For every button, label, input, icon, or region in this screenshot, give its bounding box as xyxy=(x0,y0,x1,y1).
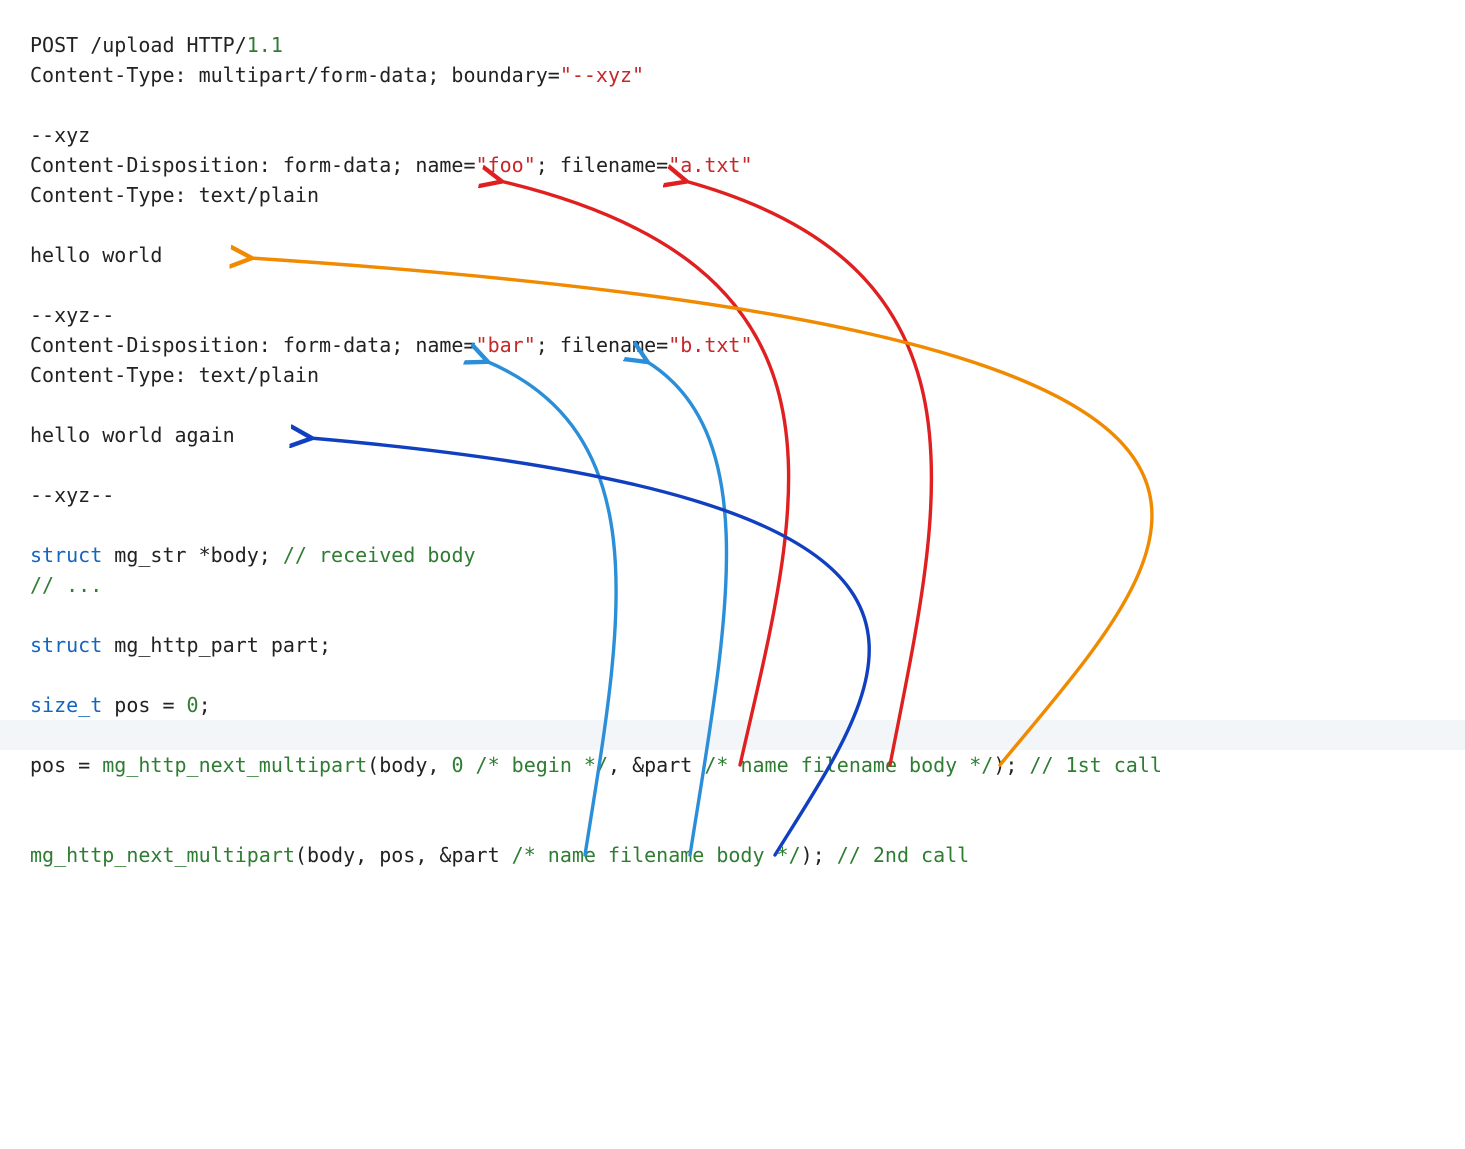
code-line-6 xyxy=(30,210,1435,240)
code-line-3: --xyz xyxy=(30,120,1435,150)
code-line-11: Content-Type: text/plain xyxy=(30,360,1435,390)
code-line-9: --xyz-- xyxy=(30,300,1435,330)
code-line-0: POST /upload HTTP/1.1 xyxy=(30,30,1435,60)
code-line-19 xyxy=(30,600,1435,630)
code-line-25 xyxy=(30,780,1435,810)
code-line-12 xyxy=(30,390,1435,420)
code-line-10: Content-Disposition: form-data; name="ba… xyxy=(30,330,1435,360)
code-line-20: struct mg_http_part part; xyxy=(30,630,1435,660)
code-line-15: --xyz-- xyxy=(30,480,1435,510)
code-line-24: pos = mg_http_next_multipart(body, 0 /* … xyxy=(30,750,1435,780)
code-line-8 xyxy=(30,270,1435,300)
code-line-13: hello world again xyxy=(30,420,1435,450)
code-block: POST /upload HTTP/1.1Content-Type: multi… xyxy=(30,30,1435,870)
code-line-4: Content-Disposition: form-data; name="fo… xyxy=(30,150,1435,180)
code-line-22: size_t pos = 0; xyxy=(30,690,1435,720)
code-line-2 xyxy=(30,90,1435,120)
code-line-16 xyxy=(30,510,1435,540)
code-line-1: Content-Type: multipart/form-data; bound… xyxy=(30,60,1435,90)
code-line-26 xyxy=(30,810,1435,840)
code-line-21 xyxy=(30,660,1435,690)
code-line-18: // ... xyxy=(30,570,1435,600)
code-line-14 xyxy=(30,450,1435,480)
code-line-5: Content-Type: text/plain xyxy=(30,180,1435,210)
code-line-17: struct mg_str *body; // received body xyxy=(30,540,1435,570)
code-line-23 xyxy=(30,720,1435,750)
code-line-7: hello world xyxy=(30,240,1435,270)
code-line-27: mg_http_next_multipart(body, pos, &part … xyxy=(30,840,1435,870)
